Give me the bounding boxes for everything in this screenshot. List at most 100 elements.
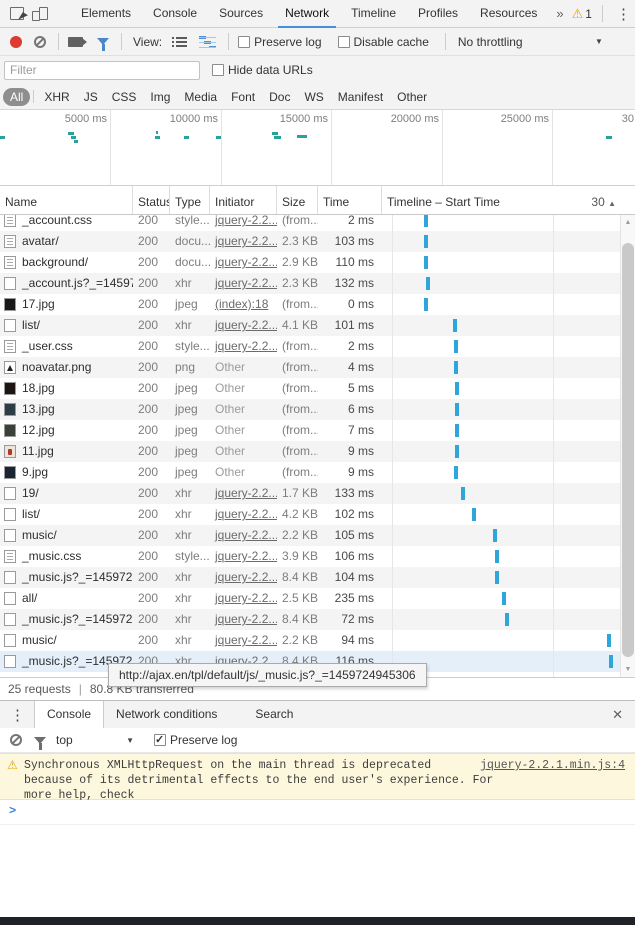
type-filter-img[interactable]: Img	[143, 88, 177, 106]
type-filter-ws[interactable]: WS	[297, 88, 330, 106]
tab-console[interactable]: Console	[142, 0, 208, 28]
drawer-tab-console[interactable]: Console	[34, 701, 104, 729]
tab-profiles[interactable]: Profiles	[407, 0, 469, 28]
record-network-log-button[interactable]	[10, 36, 22, 48]
initiator-link[interactable]: jquery-2.2...	[215, 570, 277, 584]
initiator-link[interactable]: jquery-2.2...	[215, 276, 277, 290]
initiator-link[interactable]: jquery-2.2...	[215, 528, 277, 542]
preserve-log-checkbox[interactable]	[238, 36, 250, 48]
request-row-music-css[interactable]: _music.css200style...jquery-2.2...3.9 KB…	[0, 546, 635, 567]
column-header-timeline[interactable]: Timeline – Start Time30 ▲	[382, 186, 620, 214]
filter-icon[interactable]	[97, 38, 109, 45]
column-header-time[interactable]: Time	[318, 186, 382, 214]
request-row-noavatar-png[interactable]: noavatar.png200pngOther(from...4 ms	[0, 357, 635, 378]
throttling-select[interactable]: No throttling ▼	[458, 35, 603, 49]
device-toolbar-icon[interactable]	[32, 7, 48, 21]
column-header-type[interactable]: Type	[170, 186, 210, 214]
timeline-gridline	[553, 215, 554, 677]
scroll-down-icon[interactable]: ▼	[621, 666, 635, 673]
console-filter-icon[interactable]	[34, 737, 46, 744]
drawer-tab-search[interactable]: Search	[243, 701, 305, 729]
column-header-status[interactable]: Status	[133, 186, 170, 214]
tab-sources[interactable]: Sources	[208, 0, 274, 28]
request-row-background[interactable]: background/200docu...jquery-2.2...2.9 KB…	[0, 252, 635, 273]
request-row-19[interactable]: 19/200xhrjquery-2.2...1.7 KB133 ms	[0, 483, 635, 504]
console-preserve-log-checkbox[interactable]	[154, 734, 166, 746]
initiator-link[interactable]: jquery-2.2...	[215, 339, 277, 353]
request-row-all[interactable]: all/200xhrjquery-2.2...2.5 KB235 ms	[0, 588, 635, 609]
warning-source-link[interactable]: jquery-2.2.1.min.js:4	[480, 758, 625, 773]
initiator-link[interactable]: jquery-2.2...	[215, 318, 277, 332]
timeline-overview[interactable]: 5000 ms10000 ms15000 ms20000 ms25000 ms3…	[0, 110, 635, 186]
type-filter-js[interactable]: JS	[77, 88, 105, 106]
request-row-music[interactable]: music/200xhrjquery-2.2...2.2 KB105 ms	[0, 525, 635, 546]
request-row-11-jpg[interactable]: 11.jpg200jpegOther(from...9 ms	[0, 441, 635, 462]
close-drawer-icon[interactable]: ✕	[612, 707, 635, 723]
request-row-13-jpg[interactable]: 13.jpg200jpegOther(from...6 ms	[0, 399, 635, 420]
request-row-list[interactable]: list/200xhrjquery-2.2...4.1 KB101 ms	[0, 315, 635, 336]
hide-data-urls-label[interactable]: Hide data URLs	[228, 63, 313, 77]
disable-cache-checkbox[interactable]	[338, 36, 350, 48]
column-header-initiator[interactable]: Initiator	[210, 186, 277, 214]
initiator-link[interactable]: jquery-2.2...	[215, 486, 277, 500]
filter-input[interactable]	[4, 61, 200, 80]
initiator-link[interactable]: jquery-2.2...	[215, 612, 277, 626]
initiator-link[interactable]: jquery-2.2...	[215, 633, 277, 647]
preserve-log-label[interactable]: Preserve log	[254, 35, 321, 49]
tab-network[interactable]: Network	[274, 0, 340, 28]
execution-context-select[interactable]: top ▼	[56, 733, 134, 747]
menu-kebab-icon[interactable]: ⋮	[613, 5, 634, 23]
warning-badge[interactable]: ⚠ 1	[572, 7, 592, 21]
console-prompt[interactable]: >	[0, 800, 635, 825]
type-filter-css[interactable]: CSS	[105, 88, 144, 106]
initiator-link[interactable]: jquery-2.2...	[215, 549, 277, 563]
initiator-link[interactable]: jquery-2.2...	[215, 591, 277, 605]
initiator-link[interactable]: jquery-2.2...	[215, 215, 277, 227]
status-code: 200	[133, 357, 170, 378]
request-row-account-js-14597[interactable]: _account.js?_=14597...200xhrjquery-2.2..…	[0, 273, 635, 294]
disable-cache-label[interactable]: Disable cache	[354, 35, 429, 49]
more-panels-button[interactable]: »	[548, 0, 571, 27]
request-row-avatar[interactable]: avatar/200docu...jquery-2.2...2.3 KB103 …	[0, 231, 635, 252]
type-filter-manifest[interactable]: Manifest	[331, 88, 390, 106]
type-filter-font[interactable]: Font	[224, 88, 262, 106]
type-filter-doc[interactable]: Doc	[262, 88, 297, 106]
initiator-link[interactable]: (index):18	[215, 297, 268, 311]
type-filter-other[interactable]: Other	[390, 88, 434, 106]
drawer-menu-kebab-icon[interactable]: ⋮	[0, 706, 34, 724]
request-row-list[interactable]: list/200xhrjquery-2.2...4.2 KB102 ms	[0, 504, 635, 525]
clear-console-button[interactable]	[10, 734, 22, 746]
request-row-music[interactable]: music/200xhrjquery-2.2...2.2 KB94 ms	[0, 630, 635, 651]
request-row-17-jpg[interactable]: 17.jpg200jpeg(index):18(from...0 ms	[0, 294, 635, 315]
tab-elements[interactable]: Elements	[70, 0, 142, 28]
type-filter-all[interactable]: All	[3, 88, 30, 106]
vertical-scrollbar[interactable]: ▲ ▼	[620, 215, 635, 677]
tab-timeline[interactable]: Timeline	[340, 0, 407, 28]
scroll-up-icon[interactable]: ▲	[621, 219, 635, 226]
request-row-user-css[interactable]: _user.css200style...jquery-2.2...(from..…	[0, 336, 635, 357]
hide-data-urls-checkbox[interactable]	[212, 64, 224, 76]
initiator-link[interactable]: jquery-2.2...	[215, 507, 277, 521]
request-row-account-css[interactable]: _account.css200style...jquery-2.2...(fro…	[0, 215, 635, 231]
drawer-tab-network-conditions[interactable]: Network conditions	[104, 701, 229, 729]
request-row-12-jpg[interactable]: 12.jpg200jpegOther(from...7 ms	[0, 420, 635, 441]
large-rows-view-icon[interactable]	[172, 36, 187, 48]
column-header-size[interactable]: Size	[277, 186, 318, 214]
request-row-9-jpg[interactable]: 9.jpg200jpegOther(from...9 ms	[0, 462, 635, 483]
inspect-element-icon[interactable]	[10, 7, 24, 20]
scrollbar-thumb[interactable]	[622, 243, 634, 657]
request-row-music-js-145972[interactable]: _music.js?_=145972...200xhrjquery-2.2...…	[0, 609, 635, 630]
console-preserve-log-label[interactable]: Preserve log	[170, 733, 237, 747]
resource-size: (from...	[277, 336, 318, 357]
clear-network-log-button[interactable]	[34, 36, 46, 48]
column-header-name[interactable]: Name	[0, 186, 133, 214]
type-filter-media[interactable]: Media	[177, 88, 224, 106]
initiator-link[interactable]: jquery-2.2...	[215, 234, 277, 248]
timeline-view-icon[interactable]	[199, 36, 216, 48]
initiator-link[interactable]: jquery-2.2...	[215, 255, 277, 269]
screenshot-capture-icon[interactable]	[68, 37, 83, 47]
request-row-18-jpg[interactable]: 18.jpg200jpegOther(from...5 ms	[0, 378, 635, 399]
request-row-music-js-145972[interactable]: _music.js?_=145972...200xhrjquery-2.2...…	[0, 567, 635, 588]
tab-resources[interactable]: Resources	[469, 0, 548, 28]
type-filter-xhr[interactable]: XHR	[37, 88, 76, 106]
